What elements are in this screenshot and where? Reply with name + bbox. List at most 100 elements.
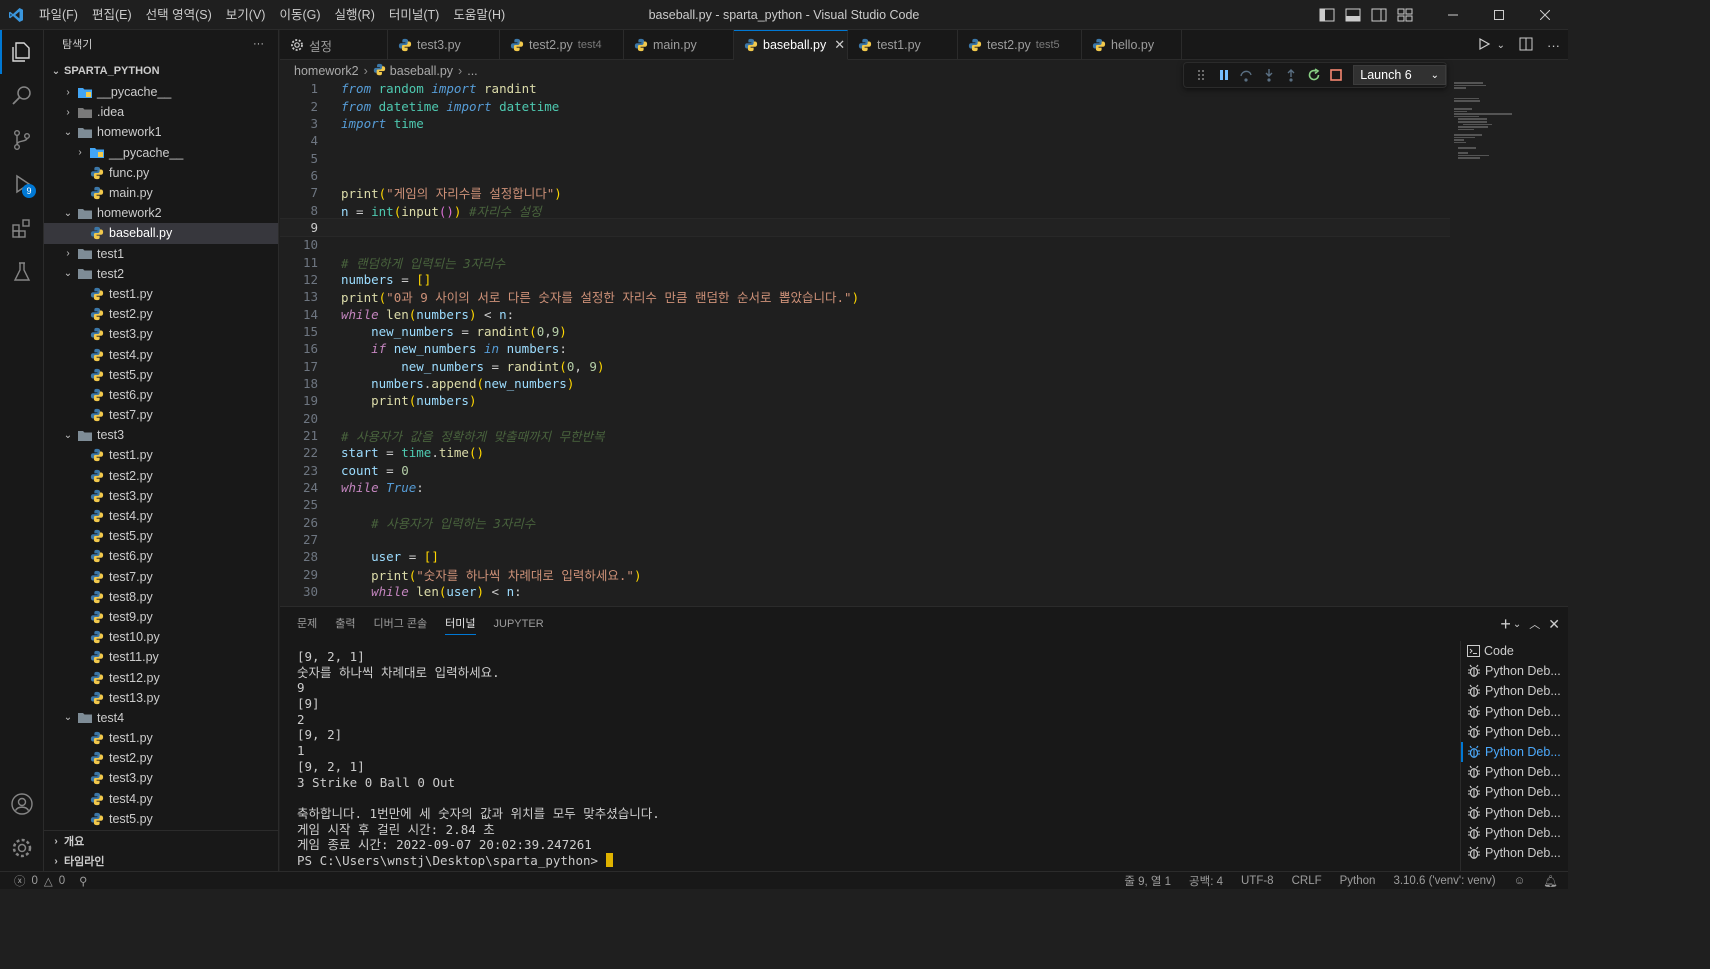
accounts-icon[interactable] xyxy=(0,782,44,826)
terminal-instance[interactable]: Python Deb... xyxy=(1461,762,1568,782)
file-item[interactable]: test13.py xyxy=(44,688,278,708)
line-number[interactable]: 12 xyxy=(280,272,318,287)
editor-tab[interactable]: test1.py xyxy=(848,30,958,60)
error-icon[interactable]: ⓧ xyxy=(14,873,26,889)
file-item[interactable]: test2.py xyxy=(44,466,278,486)
terminal-instance[interactable]: Code xyxy=(1461,641,1568,661)
file-item[interactable]: test1.py xyxy=(44,445,278,465)
close-window-icon[interactable] xyxy=(1522,0,1568,30)
more-actions-icon[interactable]: ··· xyxy=(1547,38,1560,53)
line-number[interactable]: 23 xyxy=(280,463,318,478)
feedback-icon[interactable]: ☺ xyxy=(1514,875,1526,887)
step-out-icon[interactable] xyxy=(1280,63,1302,87)
toggle-panel-icon[interactable] xyxy=(1342,0,1364,30)
file-item[interactable]: test10.py xyxy=(44,627,278,647)
line-number[interactable]: 3 xyxy=(280,116,318,131)
folder-item[interactable]: › .idea xyxy=(44,102,278,122)
language-mode[interactable]: Python xyxy=(1340,875,1376,887)
search-icon[interactable] xyxy=(0,74,44,118)
file-item[interactable]: test6.py xyxy=(44,546,278,566)
line-ending[interactable]: CRLF xyxy=(1292,875,1322,887)
terminal-instance[interactable]: Python Deb... xyxy=(1461,823,1568,843)
explorer-icon[interactable] xyxy=(0,30,44,74)
workspace-root[interactable]: ⌄ SPARTA_PYTHON xyxy=(44,60,278,82)
editor-tab[interactable]: baseball.py ✕ xyxy=(734,30,848,60)
warning-count[interactable]: 0 xyxy=(59,875,65,887)
breadcrumb-file[interactable]: baseball.py xyxy=(390,64,453,78)
menu-item[interactable]: 선택 영역(S) xyxy=(139,0,219,30)
source-control-icon[interactable] xyxy=(0,118,44,162)
menu-item[interactable]: 실행(R) xyxy=(328,0,382,30)
line-number[interactable]: 2 xyxy=(280,99,318,114)
line-number[interactable]: 30 xyxy=(280,584,318,599)
launch-config-select[interactable]: Launch 6 ⌄ xyxy=(1353,65,1446,85)
maximize-icon[interactable] xyxy=(1476,0,1522,30)
file-item[interactable]: test3.py xyxy=(44,324,278,344)
timeline-section[interactable]: › 타임라인 xyxy=(44,851,278,871)
line-number[interactable]: 6 xyxy=(280,168,318,183)
line-number[interactable]: 21 xyxy=(280,428,318,443)
line-number[interactable]: 22 xyxy=(280,445,318,460)
extensions-icon[interactable] xyxy=(0,206,44,250)
line-number[interactable]: 5 xyxy=(280,151,318,166)
folder-item[interactable]: › __pycache__ xyxy=(44,82,278,102)
breadcrumb-symbol[interactable]: ... xyxy=(467,64,477,78)
file-item[interactable]: test1.py xyxy=(44,728,278,748)
line-number[interactable]: 10 xyxy=(280,237,318,252)
line-number[interactable]: 27 xyxy=(280,532,318,547)
menu-item[interactable]: 보기(V) xyxy=(219,0,273,30)
file-item[interactable]: test4.py xyxy=(44,344,278,364)
notifications-bell-icon[interactable]: 🔔︎ xyxy=(1543,874,1558,888)
editor-tab[interactable]: hello.py xyxy=(1082,30,1182,60)
file-item[interactable]: test2.py xyxy=(44,304,278,324)
file-item[interactable]: test5.py xyxy=(44,365,278,385)
terminal-instance[interactable]: Python Deb... xyxy=(1461,702,1568,722)
breadcrumb-folder[interactable]: homework2 xyxy=(294,64,359,78)
file-item[interactable]: test3.py xyxy=(44,768,278,788)
menu-item[interactable]: 터미널(T) xyxy=(382,0,446,30)
line-number[interactable]: 19 xyxy=(280,393,318,408)
editor-tab[interactable]: test2.py test5 xyxy=(958,30,1082,60)
editor-tab[interactable]: 설정 xyxy=(280,30,388,60)
menu-item[interactable]: 이동(G) xyxy=(272,0,327,30)
minimap[interactable] xyxy=(1450,80,1568,606)
new-terminal-plus-icon[interactable]: + xyxy=(1500,615,1511,633)
pause-icon[interactable] xyxy=(1212,63,1234,87)
file-item[interactable]: test7.py xyxy=(44,567,278,587)
terminal-output[interactable]: [9, 2, 1] 숫자를 하나씩 차례대로 입력하세요. 9 [9] 2 [9, 2] 1… xyxy=(297,649,1447,869)
line-number[interactable]: 11 xyxy=(280,255,318,270)
line-number[interactable]: 7 xyxy=(280,185,318,200)
panel-tab[interactable]: 문제 xyxy=(288,607,326,641)
folder-item[interactable]: ⌄ test2 xyxy=(44,264,278,284)
file-item[interactable]: test5.py xyxy=(44,526,278,546)
file-item[interactable]: test1.py xyxy=(44,284,278,304)
folder-item[interactable]: › test1 xyxy=(44,244,278,264)
line-number[interactable]: 9 xyxy=(280,220,318,235)
folder-item[interactable]: ⌄ homework1 xyxy=(44,122,278,142)
terminal-instance[interactable]: Python Deb... xyxy=(1461,681,1568,701)
panel-tab[interactable]: JUPYTER xyxy=(485,607,553,641)
maximize-panel-icon[interactable]: ︿ xyxy=(1529,616,1540,632)
terminal-instance[interactable]: Python Deb... xyxy=(1461,843,1568,863)
file-item[interactable]: test3.py xyxy=(44,486,278,506)
line-number[interactable]: 18 xyxy=(280,376,318,391)
file-item[interactable]: baseball.py xyxy=(44,223,278,244)
minimize-icon[interactable] xyxy=(1430,0,1476,30)
panel-tab[interactable]: 출력 xyxy=(326,607,364,641)
line-number[interactable]: 20 xyxy=(280,411,318,426)
file-item[interactable]: func.py xyxy=(44,163,278,183)
menu-item[interactable]: 편집(E) xyxy=(85,0,139,30)
file-item[interactable]: test6.py xyxy=(44,385,278,405)
terminal-instance[interactable]: Python Deb... xyxy=(1461,782,1568,802)
line-number[interactable]: 16 xyxy=(280,341,318,356)
folder-item[interactable]: ⌄ homework2 xyxy=(44,203,278,223)
file-item[interactable]: main.py xyxy=(44,183,278,203)
error-count[interactable]: 0 xyxy=(32,875,38,887)
run-debug-icon[interactable]: 9 xyxy=(0,162,44,206)
python-interpreter[interactable]: 3.10.6 ('venv': venv) xyxy=(1393,875,1495,887)
line-number[interactable]: 29 xyxy=(280,567,318,582)
folder-item[interactable]: › __pycache__ xyxy=(44,143,278,163)
terminal-instance[interactable]: Python Deb... xyxy=(1461,661,1568,681)
line-number[interactable]: 14 xyxy=(280,307,318,322)
terminal-instance[interactable]: Python Deb... xyxy=(1461,722,1568,742)
